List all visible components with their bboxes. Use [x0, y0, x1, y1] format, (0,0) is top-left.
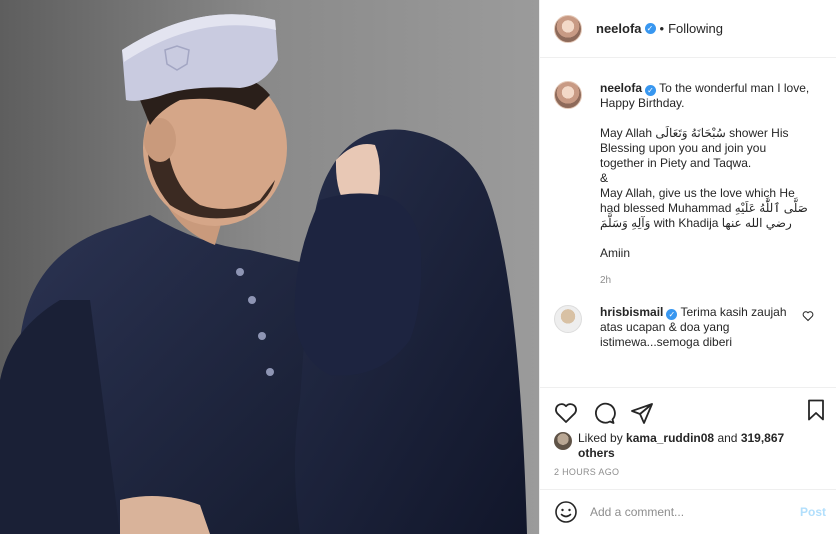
post-sidebar: neelofa ✓ • Following neelofa ✓ To the wo… [539, 0, 836, 534]
caption-timestamp[interactable]: 2h [600, 273, 812, 288]
post-timestamp[interactable]: 2 HOURS AGO [540, 461, 836, 477]
comment-body: hrisbismail ✓ Terima kasih zaujah atas uc… [600, 305, 795, 350]
liker-username[interactable]: kama_ruddin08 [626, 431, 714, 445]
following-button[interactable]: Following [668, 21, 723, 36]
verified-badge-icon: ✓ [644, 23, 656, 34]
caption-line-3: May Allah سُبْحَانَهُ وَتَعَالَى shower … [600, 126, 789, 170]
instagram-post-modal: neelofa ✓ • Following neelofa ✓ To the wo… [0, 0, 836, 534]
action-icons [540, 388, 836, 428]
header-separator: • [659, 21, 665, 36]
comment-icon[interactable] [592, 401, 616, 425]
post-actions: Liked by kama_ruddin08 and 319,867 other… [540, 387, 836, 488]
author-username[interactable]: neelofa [596, 21, 642, 36]
caption-line-6 [600, 231, 812, 246]
caption-body: neelofa ✓ To the wonderful man I love, Ha… [600, 81, 812, 288]
add-comment-bar: Post [540, 489, 836, 534]
commenter-avatar[interactable] [554, 305, 582, 333]
heart-icon[interactable] [554, 401, 578, 425]
verified-badge-icon: ✓ [645, 85, 657, 96]
liked-by-prefix: Liked by [578, 431, 623, 445]
share-icon[interactable] [630, 401, 654, 425]
verified-badge-icon: ✓ [666, 309, 678, 320]
caption-line-7: Amiin [600, 246, 631, 260]
post-comment-button[interactable]: Post [800, 505, 826, 519]
small-heart-icon[interactable] [802, 310, 814, 325]
emoji-icon[interactable] [554, 500, 578, 524]
bookmark-icon[interactable] [804, 398, 828, 422]
comment-item: hrisbismail ✓ Terima kasih zaujah atas uc… [540, 288, 836, 350]
likes-text: Liked by kama_ruddin08 and 319,867 other… [578, 431, 822, 461]
caption-row: neelofa ✓ To the wonderful man I love, Ha… [540, 59, 836, 288]
post-photo[interactable] [0, 0, 539, 534]
caption-line-4: & [600, 171, 609, 185]
caption-username[interactable]: neelofa [600, 81, 642, 95]
author-avatar[interactable] [554, 14, 582, 43]
caption-line-5: May Allah, give us the love which He had… [600, 186, 808, 230]
caption-avatar[interactable] [554, 81, 582, 109]
post-header: neelofa ✓ • Following [540, 0, 836, 58]
caption-line-2 [600, 111, 812, 126]
liked-by-connector: and [717, 431, 738, 445]
liker-avatar[interactable] [554, 432, 572, 450]
comment-input[interactable] [590, 505, 800, 519]
likes-summary: Liked by kama_ruddin08 and 319,867 other… [540, 428, 836, 461]
comments-scroll-area[interactable]: neelofa ✓ To the wonderful man I love, Ha… [540, 59, 836, 386]
couple-photo-illustration [0, 0, 539, 534]
commenter-username[interactable]: hrisbismail [600, 305, 663, 319]
